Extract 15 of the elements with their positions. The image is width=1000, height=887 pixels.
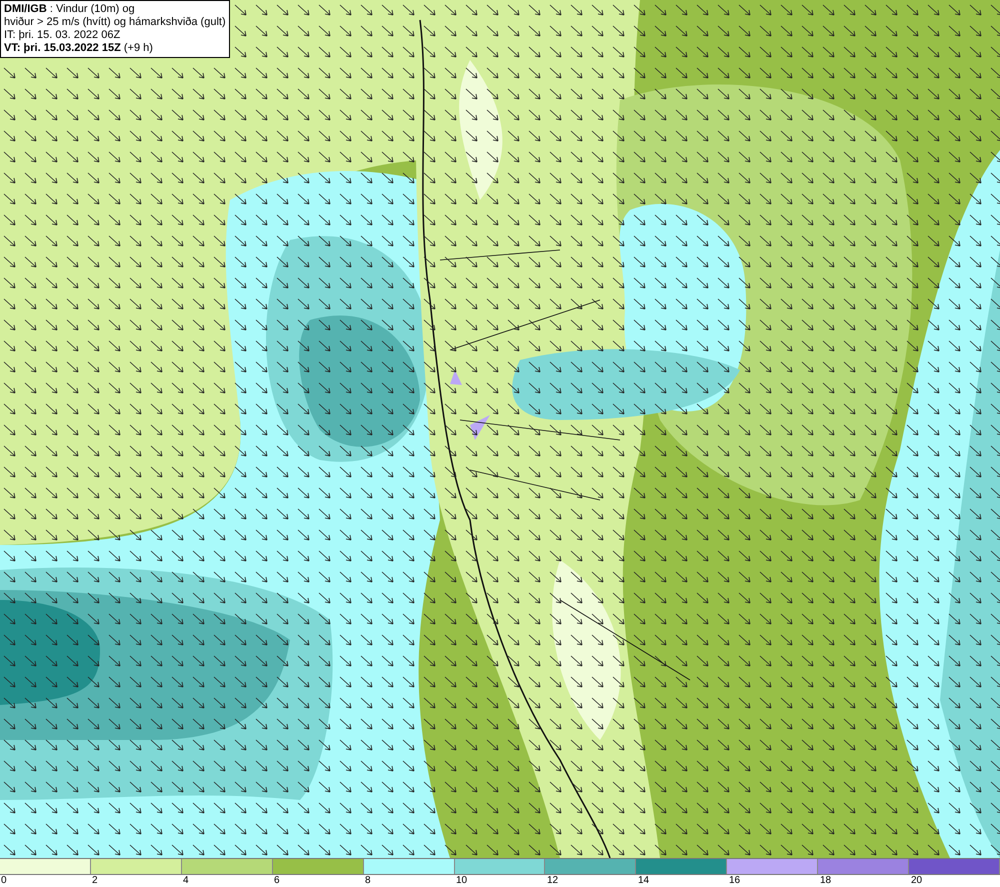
info-text: IT: þri. 15. 03. 2022 06Z — [4, 29, 122, 42]
legend-tick-label: 8 — [364, 875, 371, 887]
legend-tick-label: 14 — [637, 875, 650, 887]
legend-tick-label: 2 — [91, 875, 98, 887]
legend-tick-label: 4 — [182, 875, 189, 887]
legend-tick-label: 12 — [546, 875, 558, 887]
legend-tick-label: 10 — [455, 875, 468, 887]
legend-tick-label: 18 — [819, 875, 832, 887]
legend-tick-label: 20 — [910, 875, 922, 887]
legend-tick-label: 0 — [0, 875, 7, 887]
info-text: VT: þri. 15.03.2022 15Z (+9 h) — [4, 42, 154, 55]
info-text: DMI/IGB : Vindur (10m) og — [4, 3, 136, 16]
info-text: hviður > 25 m/s (hvítt) og hámarkshviða (gult) — [4, 16, 226, 29]
legend-tick-label: 16 — [728, 875, 740, 887]
legend-tick-label: 6 — [273, 875, 280, 887]
